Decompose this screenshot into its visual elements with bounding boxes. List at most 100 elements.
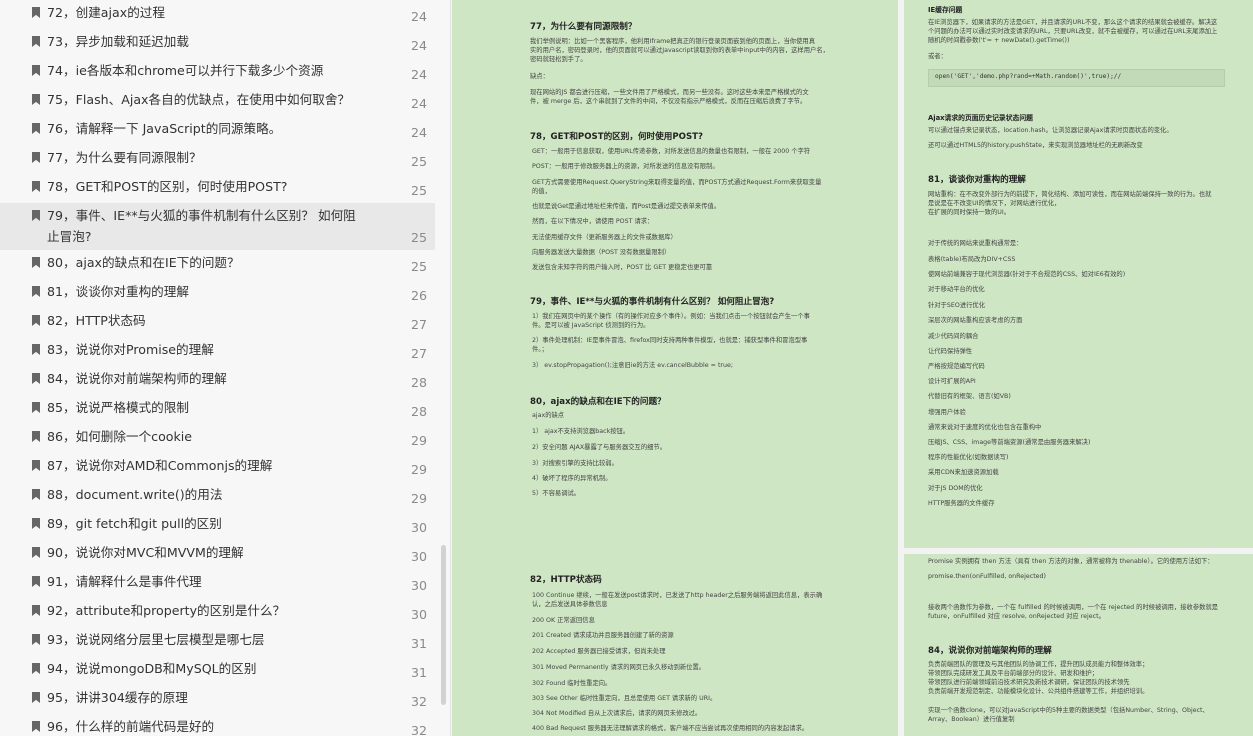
toc-item-page-number: 25 [410, 259, 427, 274]
text-line: 负责前端团队的管理及与其他团队的协调工作，提升团队成员能力和整体效率； [928, 661, 1149, 668]
text-line: 现在网站的JS 都会进行压缩，一些文件用了严格模式，而另一些没有。这时这些本来是… [530, 89, 809, 96]
bookmark-icon [32, 210, 40, 221]
toc-item[interactable]: 92，attribute和property的区别是什么？ 30 [0, 598, 435, 627]
toc-item-label: 73，异步加载和延迟加载 [47, 34, 189, 49]
heading-ajax-history: Ajax请求的页面历史记录状态问题 [928, 114, 1033, 122]
toc-item-label: 88，document.write()的用法 [47, 487, 223, 502]
toc-item[interactable]: 79，事件、IE**与火狐的事件机制有什么区别？ 如何阻止冒泡? 25 [0, 203, 435, 250]
toc-item[interactable]: 86，如何删除一个cookie 29 [0, 424, 435, 453]
text-line: 个问题的办法可以通过实时改变请求的URL，只要URL改变，就不会被缓存，可以通过… [928, 28, 1218, 35]
text-line: ajax的缺点 [532, 412, 565, 419]
text-line: 表格(table)布局改为DIV+CSS [928, 256, 1016, 263]
text-line: 减少代码间的耦合 [928, 333, 979, 340]
text-line: 1）我们在网页中的某个操作（有的操作对应多个事件）。例如：当我们点击一个按钮就会… [532, 313, 810, 320]
text-line: 301 Moved Permanently 请求的网页已永久移动到新位置。 [532, 664, 706, 671]
document-page-left: 77，为什么要有同源限制？ 我们举例说明：比如一个黑客程序，他利用Iframe把… [452, 0, 898, 736]
toc-item[interactable]: 87，说说你对AMD和Commonjs的理解 29 [0, 453, 435, 482]
text-line: 的值， [532, 188, 551, 195]
toc-item[interactable]: 90，说说你对MVC和MVVM的理解 30 [0, 540, 435, 569]
toc-item[interactable]: 85，说说严格模式的限制 28 [0, 395, 435, 424]
toc-item[interactable]: 81，谈谈你对重构的理解 26 [0, 279, 435, 308]
text-line: 采用CDN来加速资源加载 [928, 469, 999, 476]
toc-item[interactable]: 82，HTTP状态码 27 [0, 308, 435, 337]
toc-item[interactable]: 83，说说你对Promise的理解 27 [0, 337, 435, 366]
text-line: 网站重构：在不改变外部行为的前提下，简化结构、添加可读性，而在网站前端保持一致的… [928, 191, 1212, 198]
toc-item-page-number: 29 [410, 491, 427, 506]
toc-item[interactable]: 75，Flash、Ajax各自的优缺点，在使用中如何取舍？ 24 [0, 87, 435, 116]
text-line: promise.then(onFulfilled, onRejected) [928, 573, 1047, 580]
toc-item-label: 93，说说网络分层里七层模型是哪七层 [47, 632, 265, 647]
toc-item[interactable]: 88，document.write()的用法 29 [0, 482, 435, 511]
toc-item-label: 96，什么样的前端代码是好的 [47, 719, 215, 734]
toc-item-label: 79，事件、IE**与火狐的事件机制有什么区别？ 如何阻止冒泡? [47, 208, 356, 244]
heading-q84: 84，说说你对前端架构师的理解 [928, 646, 1052, 656]
toc-item[interactable]: 73，异步加载和延迟加载 24 [0, 29, 435, 58]
heading-q82: 82，HTTP状态码 [530, 575, 602, 585]
toc-item-label: 89，git fetch和git pull的区别 [47, 516, 222, 531]
text-line: 随机的时间戳参数('t'= + newDate().getTime()) [928, 37, 1070, 44]
toc-item[interactable]: 93，说说网络分层里七层模型是哪七层 31 [0, 627, 435, 656]
text-line: 对于传统的网站来说重构通常是： [928, 240, 1023, 247]
text-line: 可以通过锚点来记录状态，location.hash。让浏览器记录Ajax请求时页… [928, 127, 1173, 134]
bookmark-icon [32, 692, 40, 703]
toc-item-page-number: 32 [410, 694, 427, 709]
toc-item[interactable]: 94，说说mongoDB和MySQL的区别 31 [0, 656, 435, 685]
toc-item[interactable]: 72，创建ajax的过程 24 [0, 0, 435, 29]
toc-item-page-number: 29 [410, 462, 427, 477]
toc-item[interactable]: 89，git fetch和git pull的区别 30 [0, 511, 435, 540]
toc-item-label: 78，GET和POST的区别，何时使用POST? [47, 179, 288, 194]
toc-item[interactable]: 76，请解释一下 JavaScript的同源策略。 24 [0, 116, 435, 145]
heading-q79: 79，事件、IE**与火狐的事件机制有什么区别？ 如何阻止冒泡? [530, 297, 775, 307]
text-line: 2）安全问题 AJAX暴露了与服务器交互的细节。 [532, 444, 667, 451]
toc-item[interactable]: 95，讲讲304缓存的原理 32 [0, 685, 435, 714]
text-line: Promise 实例拥有 then 方法（具有 then 方法的对象，通常被称为… [928, 558, 1214, 565]
toc-scrollbar-thumb[interactable] [441, 545, 446, 705]
bookmark-icon [32, 315, 40, 326]
text-line: 压缩JS、CSS、image等前端资源(通常是由服务器来解决) [928, 439, 1091, 446]
text-line: 200 OK 正常返回信息 [532, 617, 595, 624]
text-line: 202 Accepted 服务器已接受请求，但尚未处理 [532, 648, 666, 655]
document-page-right-top: IE缓存问题 在IE浏览器下，如果请求的方法是GET，并且请求的URL不变，那么… [904, 0, 1253, 548]
text-line: 设计可扩展的API [928, 378, 976, 385]
toc-item-page-number: 30 [410, 578, 427, 593]
toc-item[interactable]: 84，说说你对前端架构师的理解 28 [0, 366, 435, 395]
toc-item-page-number: 32 [410, 723, 427, 736]
bookmark-icon [32, 181, 40, 192]
toc-item-label: 94，说说mongoDB和MySQL的区别 [47, 661, 257, 676]
text-line: 严格按规范编写代码 [928, 363, 985, 370]
toc-item-label: 83，说说你对Promise的理解 [47, 342, 214, 357]
bookmark-icon [32, 518, 40, 529]
toc-item[interactable]: 91，请解释什么是事件代理 30 [0, 569, 435, 598]
toc-item-page-number: 30 [410, 607, 427, 622]
toc-item[interactable]: 80，ajax的缺点和在IE下的问题？ 25 [0, 250, 435, 279]
text-line: 接收两个函数作为参数，一个在 fulfilled 的时候被调用，一个在 reje… [928, 604, 1219, 611]
toc-item-page-number: 31 [410, 636, 427, 651]
text-line: 是说是在不改变UI的情况下，对网站进行优化， [928, 200, 1061, 207]
text-line: 深层次的网站重构应该考虑的方面 [928, 317, 1023, 324]
bookmark-icon [32, 547, 40, 558]
toc-item-label: 86，如何删除一个cookie [47, 429, 193, 444]
text-line: 件，被 merge 后，这个串就到了文件的中间，不仅没有指示严格模式，反而在压缩… [530, 98, 807, 105]
toc-item-page-number: 30 [410, 549, 427, 564]
text-line: 针对于SEO进行优化 [928, 302, 986, 309]
toc-item[interactable]: 74，ie各版本和chrome可以并行下载多少个资源 24 [0, 58, 435, 87]
text-line: 1） ajax不支持浏览器back按钮。 [532, 428, 630, 435]
text-line: 密码就轻松到手了。 [530, 56, 587, 63]
text-line: 201 Created 请求成功并且服务器创建了新的资源 [532, 632, 674, 639]
text-line: 带领团队进行前端领域前沿技术研究及新技术调研，保证团队的技术领先 [928, 679, 1130, 686]
toc-item-label: 77，为什么要有同源限制？ [47, 150, 202, 165]
code-block: open('GET','demo.php?rand=+Math.random()… [928, 69, 1225, 87]
toc-item[interactable]: 96，什么样的前端代码是好的 32 [0, 714, 435, 736]
toc-item[interactable]: 78，GET和POST的区别，何时使用POST? 25 [0, 174, 435, 203]
text-line: 件。是可以被 JavaScript 侦测到的行为。 [532, 322, 650, 329]
bookmark-icon [32, 286, 40, 297]
bookmark-icon [32, 94, 40, 105]
toc-item[interactable]: 77，为什么要有同源限制？ 25 [0, 145, 435, 174]
toc-item-label: 87，说说你对AMD和Commonjs的理解 [47, 458, 273, 473]
bookmark-icon [32, 257, 40, 268]
text-line: 程序的性能优化(如数据读写) [928, 454, 1009, 461]
toc-item-label: 72，创建ajax的过程 [47, 5, 165, 20]
text-line: 对于JS DOM的优化 [928, 485, 983, 492]
text-line: 对于移动平台的优化 [928, 286, 985, 293]
document-page-right-bottom: Promise 实例拥有 then 方法（具有 then 方法的对象，通常被称为… [904, 554, 1253, 736]
